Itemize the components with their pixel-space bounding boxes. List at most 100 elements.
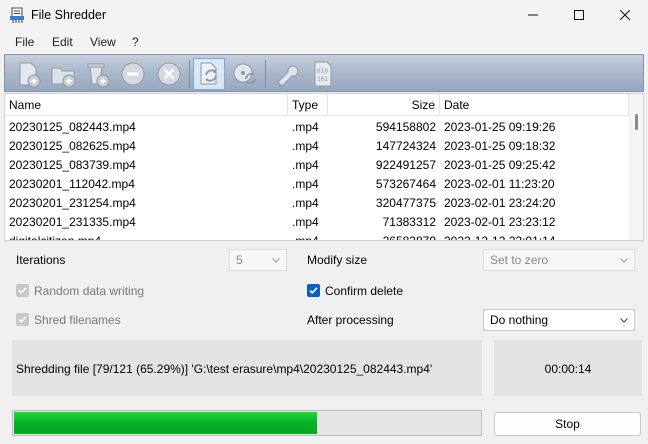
file-date: 2023-02-01 23:24:20 [444,196,556,210]
file-type: .mp4 [292,120,319,134]
menu-help[interactable]: ? [132,35,139,49]
file-date: 2023-01-25 09:18:32 [444,139,556,153]
after-processing-value: Do nothing [490,313,549,327]
menu-view[interactable]: View [90,35,116,49]
add-folder-icon [51,67,76,88]
svg-text:010: 010 [317,68,328,75]
file-name: 20230201_112042.mp4 [9,177,135,191]
checkmark-icon [18,287,27,294]
confirm-delete-label: Confirm delete [325,284,404,298]
shred-filenames-checkbox[interactable] [16,313,29,326]
toolbar-separator [189,60,190,88]
file-size: 922491257 [375,158,436,172]
file-type: .mp4 [292,196,319,210]
iterations-value: 5 [236,253,243,267]
file-type: .mp4 [292,234,319,241]
clear-icon [157,62,181,86]
add-recycle-bin-button[interactable] [81,58,113,90]
shred-disk-icon [233,63,256,85]
shred-files-icon [200,62,217,85]
svg-text:101: 101 [317,76,328,83]
table-row[interactable]: 20230201_231335.mp4 .mp4 71383312 2023-0… [5,213,629,232]
table-row[interactable]: 20230201_112042.mp4 .mp4 573267464 2023-… [5,175,629,194]
menu-bar: File Edit View ? [0,30,648,54]
column-header-size[interactable]: Size [328,94,440,116]
table-row[interactable]: 20230125_082443.mp4 .mp4 594158802 2023-… [5,118,629,137]
modify-size-value: Set to zero [490,253,549,267]
column-header-date[interactable]: Date [440,94,629,116]
confirm-delete-checkbox[interactable] [307,284,320,297]
modify-size-select[interactable]: Set to zero [483,249,635,271]
elapsed-time-panel: 00:00:14 [494,340,642,396]
file-type: .mp4 [292,158,319,172]
toolbar-separator [265,60,266,88]
table-row[interactable]: digitalcitizen.mp4 .mp4 26583879 2022-12… [5,232,629,241]
file-name: 20230125_082625.mp4 [9,139,136,153]
column-header-name[interactable]: Name [5,94,288,116]
file-size: 71383312 [382,215,436,229]
maximize-icon [574,10,584,20]
binary-icon: 010 101 [314,61,332,87]
file-name: 20230201_231335.mp4 [9,215,136,229]
file-size: 147724324 [375,139,436,153]
after-processing-select[interactable]: Do nothing [483,309,635,331]
random-data-checkbox[interactable] [16,284,29,297]
iterations-select[interactable]: 5 [229,249,287,271]
after-processing-label: After processing [307,313,394,327]
remove-button[interactable] [117,58,149,90]
file-list[interactable]: Name Type Size Date 20230125_082443.mp4 … [4,93,644,241]
status-message: Shredding file [79/121 (65.29%)] 'G:\tes… [16,362,433,376]
status-panel: Shredding file [79/121 (65.29%)] 'G:\tes… [12,340,482,396]
stop-button[interactable]: Stop [494,412,641,436]
clear-button[interactable] [153,58,185,90]
random-data-label: Random data writing [34,284,145,298]
file-name: digitalcitizen.mp4 [9,234,102,241]
chevron-down-icon [620,258,628,263]
table-row[interactable]: 20230125_083739.mp4 .mp4 922491257 2023-… [5,156,629,175]
column-header-type[interactable]: Type [288,94,328,116]
close-button[interactable] [602,0,648,30]
file-date: 2023-02-01 11:23:20 [444,177,555,191]
shred-filenames-label: Shred filenames [34,313,121,327]
modify-size-label: Modify size [307,253,368,267]
add-folder-button[interactable] [47,58,79,90]
table-row[interactable]: 20230201_231254.mp4 .mp4 320477375 2023-… [5,194,629,213]
shred-files-button[interactable] [193,58,225,90]
menu-edit[interactable]: Edit [52,35,73,49]
binary-button[interactable]: 010 101 [307,58,339,90]
file-size: 573267464 [375,177,436,191]
vertical-scrollbar[interactable] [629,94,643,240]
file-date: 2023-01-25 09:25:42 [444,158,556,172]
file-size: 320477375 [375,196,436,210]
maximize-button[interactable] [556,0,602,30]
file-name: 20230125_083739.mp4 [9,158,136,172]
file-type: .mp4 [292,177,319,191]
minimize-button[interactable] [510,0,556,30]
file-name: 20230201_231254.mp4 [9,196,136,210]
window-title: File Shredder [31,8,107,22]
shred-disk-button[interactable] [229,58,261,90]
file-date: 2023-02-01 23:23:12 [444,215,556,229]
menu-file[interactable]: File [15,35,34,49]
add-file-icon [19,62,41,88]
file-size: 594158802 [375,120,436,134]
toolbar: 010 101 [4,54,644,92]
table-row[interactable]: 20230125_082625.mp4 .mp4 147724324 2023-… [5,137,629,156]
settings-button[interactable] [271,58,303,90]
list-header: Name Type Size Date [5,94,629,116]
chevron-down-icon [272,258,280,263]
file-size: 26583879 [382,234,436,241]
add-recycle-bin-icon [87,63,110,88]
progress-fill [14,412,317,434]
file-type: .mp4 [292,215,319,229]
add-file-button[interactable] [13,58,45,90]
elapsed-time: 00:00:14 [544,362,592,376]
chevron-down-icon [620,318,628,323]
minimize-icon [528,14,538,16]
scrollbar-thumb[interactable] [635,114,638,130]
file-name: 20230125_082443.mp4 [9,120,136,134]
title-bar: File Shredder [0,0,648,30]
remove-icon [121,62,145,86]
progress-bar [12,410,482,436]
close-icon [620,10,630,20]
